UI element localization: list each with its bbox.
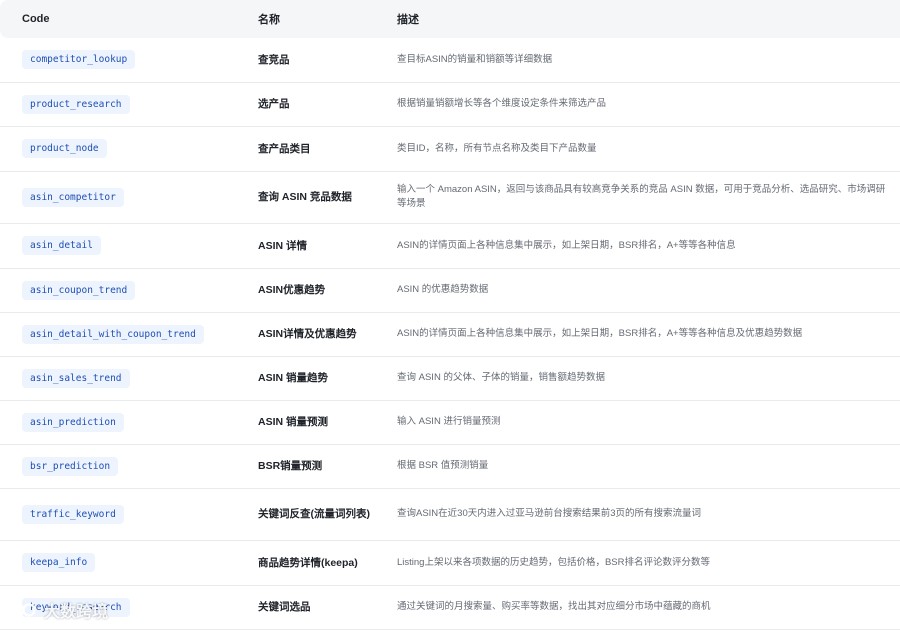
table-row: asin_detail ASIN 详情 ASIN的详情页面上各种信息集中展示，如… (0, 223, 900, 268)
table-row: asin_detail_with_coupon_trend ASIN详情及优惠趋… (0, 312, 900, 356)
row-name: 选产品 (258, 98, 290, 110)
row-desc: ASIN的详情页面上各种信息集中展示，如上架日期，BSR排名，A+等等各种信息及… (397, 328, 803, 339)
row-desc: 通过关键词的月搜索量、购买率等数据，找出其对应细分市场中蕴藏的商机 (397, 601, 711, 612)
table-row: asin_prediction ASIN 销量预测 输入 ASIN 进行销量预测 (0, 400, 900, 444)
api-table: Code 名称 描述 competitor_lookup 查竞品 查目标ASIN… (0, 0, 900, 630)
table-row: competitor_lookup 查竞品 查目标ASIN的销量和销额等详细数据 (0, 38, 900, 82)
row-name: BSR销量预测 (258, 460, 323, 472)
row-name: 关键词选品 (258, 601, 311, 613)
code-tag[interactable]: asin_coupon_trend (22, 280, 136, 300)
row-name: ASIN 销量预测 (258, 416, 329, 428)
code-tag[interactable]: traffic_keyword (22, 504, 124, 524)
row-desc: Listing上架以来各项数据的历史趋势，包括价格，BSR排名评论数评分数等 (397, 556, 710, 568)
header-desc: 描述 (397, 14, 419, 26)
table-header-row: Code 名称 描述 (0, 0, 900, 38)
row-desc: 根据 BSR 值预测销量 (397, 460, 489, 471)
table-row: keyword_research 关键词选品 通过关键词的月搜索量、购买率等数据… (0, 585, 900, 629)
header-name: 名称 (258, 14, 280, 26)
code-tag[interactable]: keepa_info (22, 553, 96, 572)
row-name: 查竞品 (258, 53, 290, 66)
row-name: 商品趋势详情(keepa) (258, 556, 358, 569)
code-tag[interactable]: asin_competitor (22, 187, 124, 207)
table-row: product_research 选产品 根据销量销额增长等各个维度设定条件来筛… (0, 82, 900, 126)
code-tag[interactable]: bsr_prediction (22, 456, 119, 476)
row-desc: 类目ID，名称，所有节点名称及类目下产品数量 (397, 142, 597, 154)
code-tag[interactable]: asin_prediction (22, 412, 124, 432)
row-desc: 查目标ASIN的销量和销额等详细数据 (397, 53, 553, 65)
row-desc: 输入 ASIN 进行销量预测 (397, 416, 501, 427)
row-name: 关键词反查(流量词列表) (258, 508, 370, 520)
code-tag[interactable]: competitor_lookup (22, 50, 136, 70)
table-row: asin_competitor 查询 ASIN 竞品数据 输入一个 Amazon… (0, 171, 900, 223)
code-tag[interactable]: asin_detail (22, 236, 101, 255)
row-desc: 查询ASIN在近30天内进入过亚马逊前台搜索结果前3页的所有搜索流量词 (397, 508, 702, 519)
table-row: traffic_keyword 关键词反查(流量词列表) 查询ASIN在近30天… (0, 488, 900, 540)
code-tag[interactable]: keyword_research (22, 597, 130, 617)
row-desc: 查询 ASIN 的父体、子体的销量，销售额趋势数据 (397, 372, 605, 383)
row-name: ASIN 销量趋势 (258, 372, 329, 384)
row-desc: ASIN 的优惠趋势数据 (397, 284, 489, 295)
table-row: product_node 查产品类目 类目ID，名称，所有节点名称及类目下产品数… (0, 126, 900, 171)
header-code: Code (22, 13, 50, 25)
table-row: asin_sales_trend ASIN 销量趋势 查询 ASIN 的父体、子… (0, 356, 900, 400)
row-name: 查产品类目 (258, 142, 311, 155)
row-name: ASIN详情及优惠趋势 (258, 328, 357, 340)
row-name: ASIN优惠趋势 (258, 284, 326, 296)
table-row: asin_coupon_trend ASIN优惠趋势 ASIN 的优惠趋势数据 (0, 268, 900, 312)
table-row: bsr_prediction BSR销量预测 根据 BSR 值预测销量 (0, 444, 900, 488)
code-tag[interactable]: asin_detail_with_coupon_trend (22, 324, 204, 344)
row-desc: ASIN的详情页面上各种信息集中展示，如上架日期，BSR排名，A+等等各种信息 (397, 239, 736, 251)
row-desc: 输入一个 Amazon ASIN，返回与该商品具有较高竞争关系的竞品 ASIN … (397, 184, 886, 209)
code-tag[interactable]: asin_sales_trend (22, 368, 130, 388)
code-tag[interactable]: product_node (22, 139, 107, 158)
code-tag[interactable]: product_research (22, 94, 130, 114)
row-name: ASIN 详情 (258, 239, 308, 252)
table-row: keepa_info 商品趋势详情(keepa) Listing上架以来各项数据… (0, 540, 900, 585)
row-name: 查询 ASIN 竞品数据 (258, 191, 352, 203)
row-desc: 根据销量销额增长等各个维度设定条件来筛选产品 (397, 98, 607, 109)
